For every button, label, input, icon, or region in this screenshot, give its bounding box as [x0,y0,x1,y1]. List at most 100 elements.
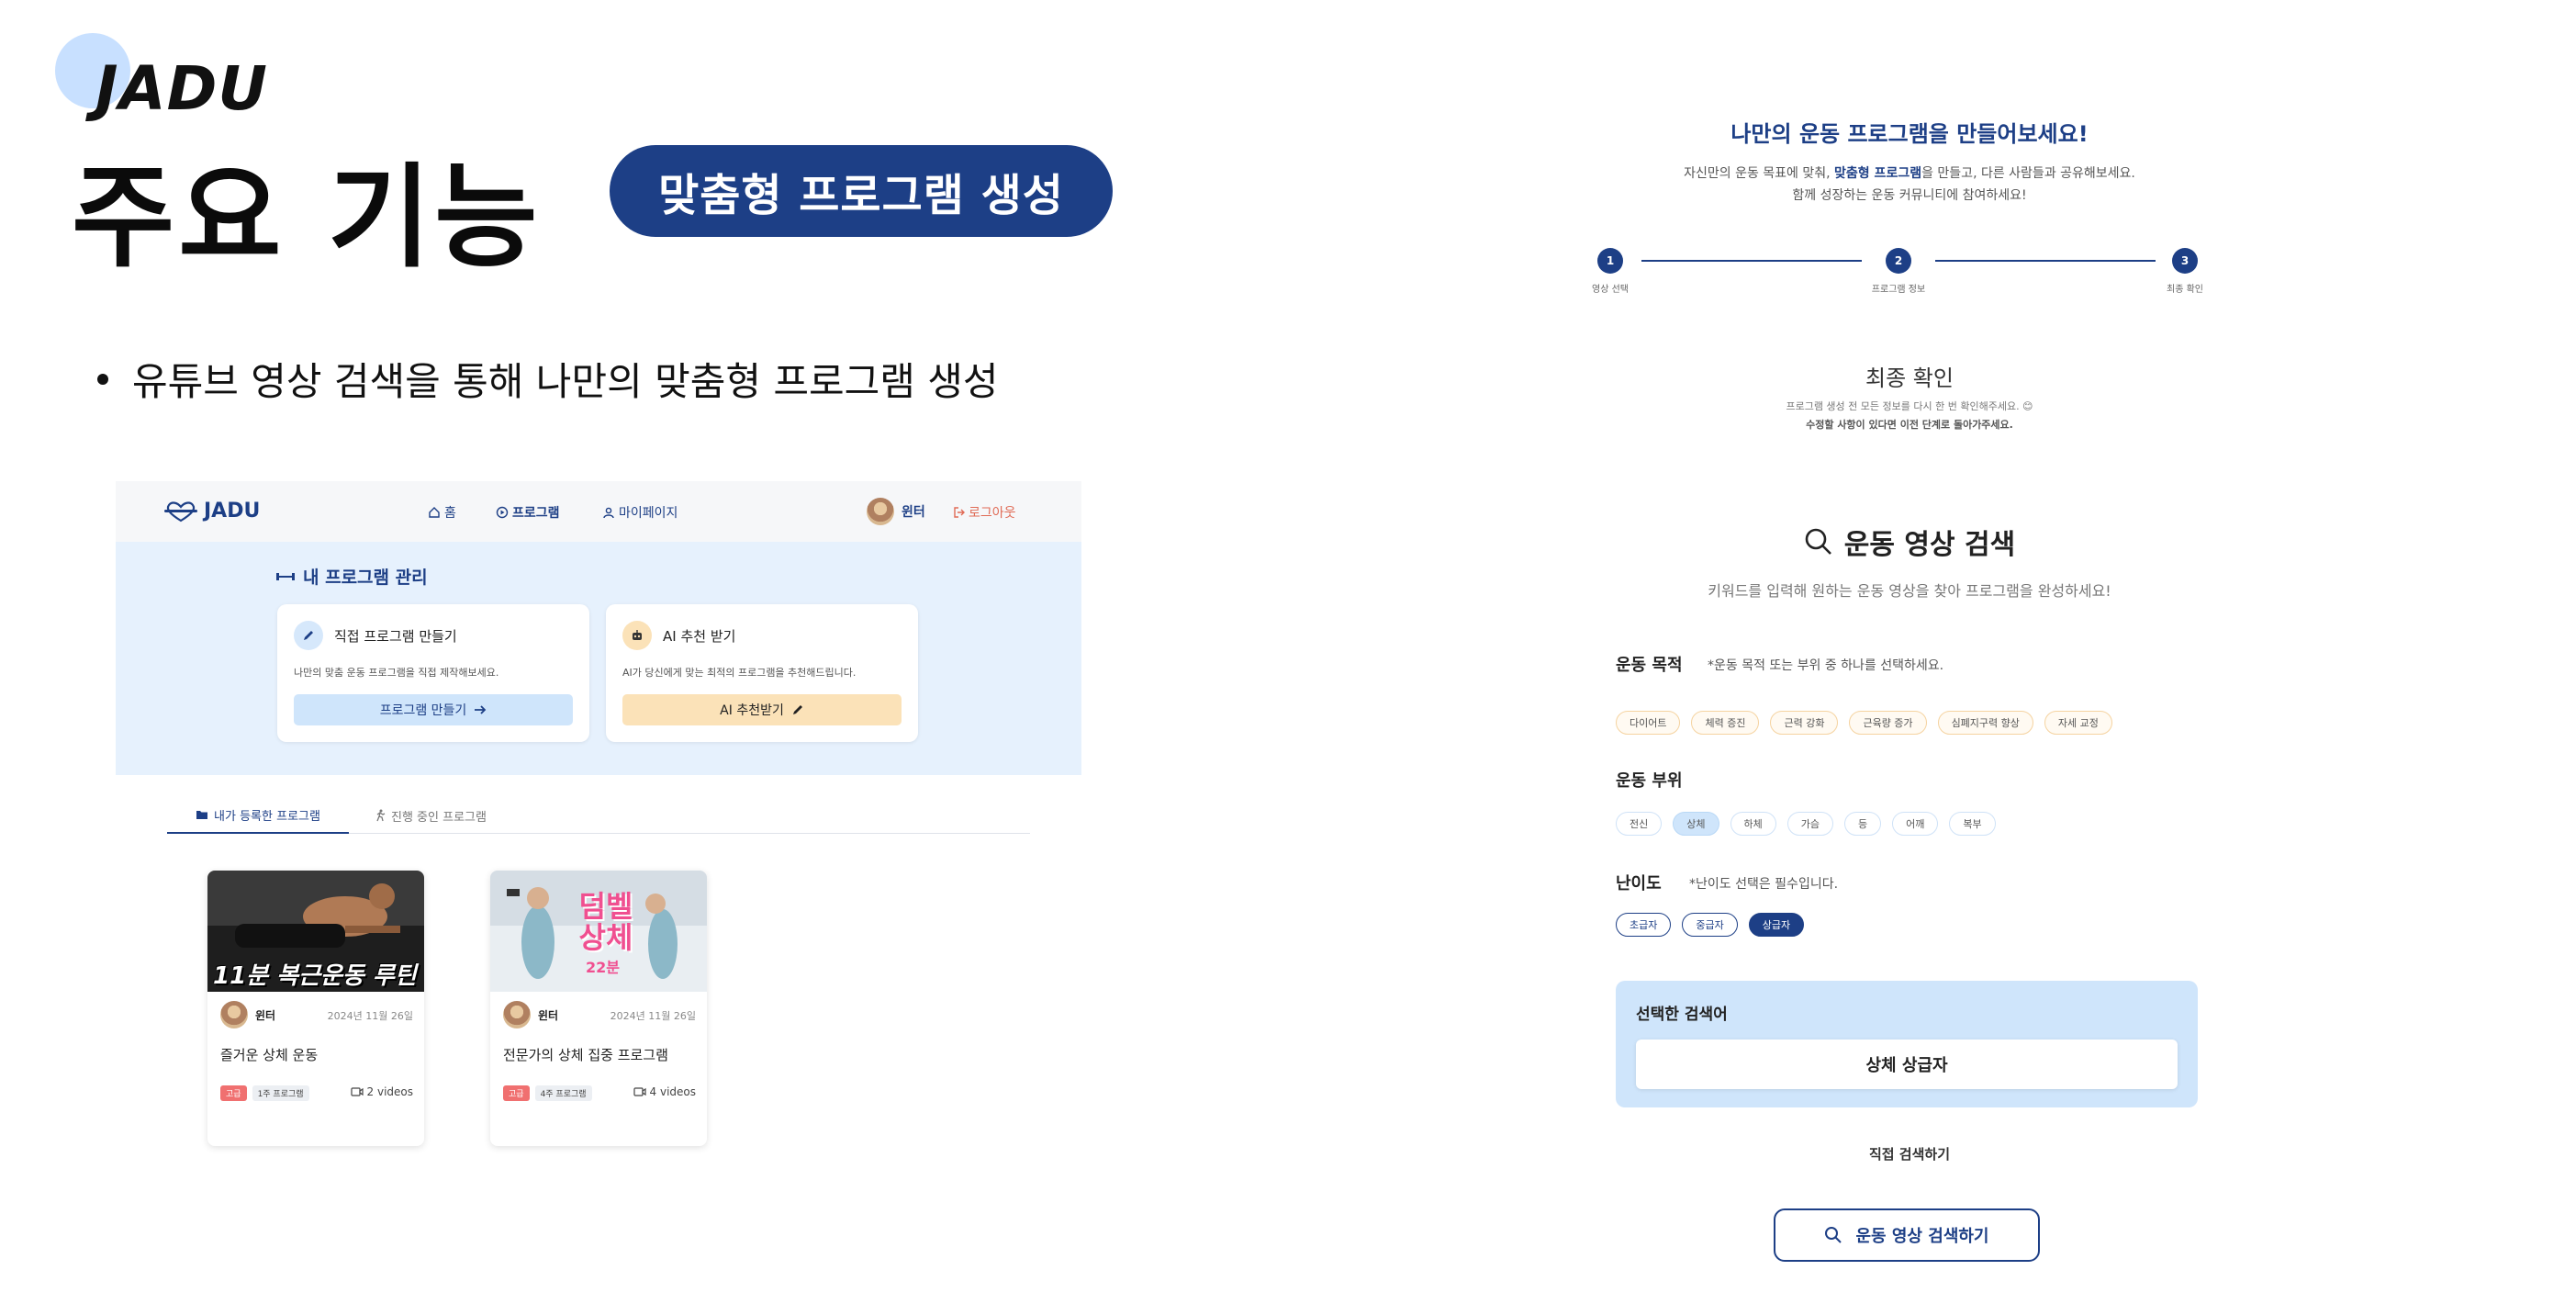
bullet-text: 유튜브 영상 검색을 통해 나만의 맞춤형 프로그램 생성 [132,359,999,404]
create-program-button[interactable]: 프로그램 만들기 [294,694,573,725]
video-search-title: 운동 영상 검색 [1561,522,2258,562]
program-author-name: 윈터 [255,1008,276,1022]
step-connector [1641,260,1862,262]
create-card-head: 직접 프로그램 만들기 [294,621,457,650]
ai-recommend-button[interactable]: AI 추천받기 [622,694,902,725]
robot-icon [622,621,652,650]
nav-home[interactable]: 홈 [428,503,456,522]
nav-home-label: 홈 [444,506,456,521]
video-count: 2 videos [350,1085,413,1098]
nav-program[interactable]: 프로그램 [496,503,560,522]
purpose-chip[interactable]: 심폐지구력 향상 [1937,711,2033,735]
program-date: 2024년 11월 26일 [327,1010,413,1022]
program-thumbnail: 덤벨 상체 22분 [490,871,707,992]
purpose-note: *운동 목적 또는 부위 중 하나를 선택하세요. [1708,658,1944,673]
nav-user[interactable]: 윈터 [867,498,925,525]
final-check-desc: 프로그램 생성 전 모든 정보를 다시 한 번 확인해주세요. 😊 [1786,400,2033,412]
program-card[interactable]: 11분 복근운동 루틴 윈터 2024년 11월 26일 즐거운 상체 운동 고… [207,871,424,1146]
part-chip[interactable]: 하체 [1730,812,1776,836]
video-icon [350,1087,364,1096]
program-title: 즐거운 상체 운동 [220,1047,319,1063]
level-chip[interactable]: 중급자 [1682,913,1738,937]
logout-link[interactable]: 로그아웃 [953,503,1016,522]
program-badges: 고급 4주 프로그램 [503,1085,592,1101]
part-chips: 전신 상체 하체 가슴 등 어깨 복부 [1616,812,2007,836]
purpose-chips: 다이어트 체력 증진 근력 강화 근육량 증가 심폐지구력 향상 자세 교정 [1616,711,2123,735]
pencil-icon [294,621,323,650]
ai-recommend-card: AI 추천 받기 AI가 당신에게 맞는 최적의 프로그램을 추천해드립니다. … [606,604,918,742]
purpose-chip[interactable]: 근육량 증가 [1849,711,1927,735]
program-title: 전문가의 상체 집중 프로그램 [503,1047,668,1063]
nav-mypage[interactable]: 마이페이지 [602,503,678,522]
thumbnail-caption: 11분 복근운동 루틴 [213,962,417,990]
purpose-chip[interactable]: 다이어트 [1616,711,1681,735]
video-count-label: 2 videos [366,1085,413,1098]
search-videos-button[interactable]: 운동 영상 검색하기 [1774,1208,2040,1262]
direct-search-link[interactable]: 직접 검색하기 [1561,1144,2258,1163]
tab-in-progress[interactable]: 진행 중인 프로그램 [375,797,487,834]
part-chip[interactable]: 등 [1844,812,1882,836]
video-icon [633,1087,646,1096]
duration-badge: 4주 프로그램 [534,1085,592,1101]
purpose-chip[interactable]: 근력 강화 [1770,711,1839,735]
nav-mypage-label: 마이페이지 [619,506,678,521]
create-card-title: 직접 프로그램 만들기 [334,627,457,645]
wizard-title: 나만의 운동 프로그램을 만들어보세요! [1730,121,2089,147]
nav-logo[interactable]: JADU [163,500,260,523]
program-manage-panel: 내 프로그램 관리 직접 프로그램 만들기 나만의 맞춤 운동 프로그램을 직접… [116,542,1081,775]
create-program-card: 직접 프로그램 만들기 나만의 맞춤 운동 프로그램을 직접 제작해보세요. 프… [277,604,589,742]
selected-keywords-label: 선택한 검색어 [1636,1006,1728,1024]
step-2[interactable]: 2 [1886,248,1911,274]
step-1[interactable]: 1 [1597,248,1623,274]
top-nav: JADU 홈 프로그램 마이페이지 윈터 로그아웃 [116,481,1081,542]
part-chip[interactable]: 가슴 [1786,812,1833,836]
bullet-item: 유튜브 영상 검색을 통해 나만의 맞춤형 프로그램 생성 [97,351,999,407]
final-check-title: 최종 확인 [1865,365,1954,391]
user-icon [603,507,614,519]
purpose-chip[interactable]: 체력 증진 [1691,711,1760,735]
part-label: 운동 부위 [1616,771,1683,791]
step-3[interactable]: 3 [2172,248,2198,274]
purpose-label: 운동 목적 [1616,656,1683,675]
program-tabs: 내가 등록한 프로그램 진행 중인 프로그램 [167,797,1030,834]
program-card[interactable]: 덤벨 상체 22분 윈터 2024년 11월 26일 전문가의 상체 집중 프로… [490,871,707,1146]
dumbbell-icon [276,572,295,580]
create-program-wizard-screenshot: 나만의 운동 프로그램을 만들어보세요! 자신만의 운동 목표에 맞춰, 맞춤형… [1561,101,2258,1276]
wizard-description: 자신만의 운동 목표에 맞춰, 맞춤형 프로그램을 만들고, 다른 사람들과 공… [1684,166,2135,181]
logout-label: 로그아웃 [969,506,1016,521]
programs-page-screenshot: JADU 홈 프로그램 마이페이지 윈터 로그아웃 내 프로그램 관리 직접 프… [116,481,1081,1152]
ai-card-desc: AI가 당신에게 맞는 최적의 프로그램을 추천해드립니다. [622,667,857,679]
search-icon [1805,528,1831,555]
duration-badge: 1주 프로그램 [252,1085,309,1101]
step-2-label: 프로그램 정보 [1871,285,1926,295]
avatar [503,1001,531,1028]
video-search-subtitle: 키워드를 입력해 원하는 운동 영상을 찾아 프로그램을 완성하세요! [1708,582,2111,600]
wizard-description-2: 함께 성장하는 운동 커뮤니티에 참여하세요! [1792,188,2027,203]
step-3-label: 최종 확인 [2167,285,2203,295]
heart-dumbbell-icon [164,500,197,522]
program-author-name: 윈터 [538,1008,559,1022]
tab-my-programs[interactable]: 내가 등록한 프로그램 [167,797,349,834]
nav-logo-text: JADU [204,500,261,523]
level-chip-selected[interactable]: 상급자 [1748,913,1805,937]
step-1-label: 영상 선택 [1592,285,1629,295]
nav-user-name: 윈터 [902,505,925,520]
part-chip[interactable]: 어깨 [1892,812,1939,836]
brand-logo: JADU [95,53,269,124]
level-chip[interactable]: 초급자 [1616,913,1672,937]
level-badge: 고급 [220,1085,247,1101]
thumbnail-caption: 덤벨 상체 [578,889,633,955]
feature-pill: 맞춤형 프로그램 생성 [610,145,1113,237]
tab-my-programs-label: 내가 등록한 프로그램 [214,809,320,824]
level-chips: 초급자 중급자 상급자 [1616,913,1815,937]
manage-title: 내 프로그램 관리 [275,564,428,589]
purpose-chip[interactable]: 자세 교정 [2044,711,2112,735]
part-chip[interactable]: 전신 [1616,812,1663,836]
level-label: 난이도 [1616,874,1662,894]
program-date: 2024년 11월 26일 [610,1010,696,1022]
video-count: 4 videos [633,1085,696,1098]
part-chip[interactable]: 복부 [1949,812,1996,836]
program-badges: 고급 1주 프로그램 [220,1085,309,1101]
nav-program-label: 프로그램 [512,506,560,521]
part-chip-selected[interactable]: 상체 [1673,812,1719,836]
